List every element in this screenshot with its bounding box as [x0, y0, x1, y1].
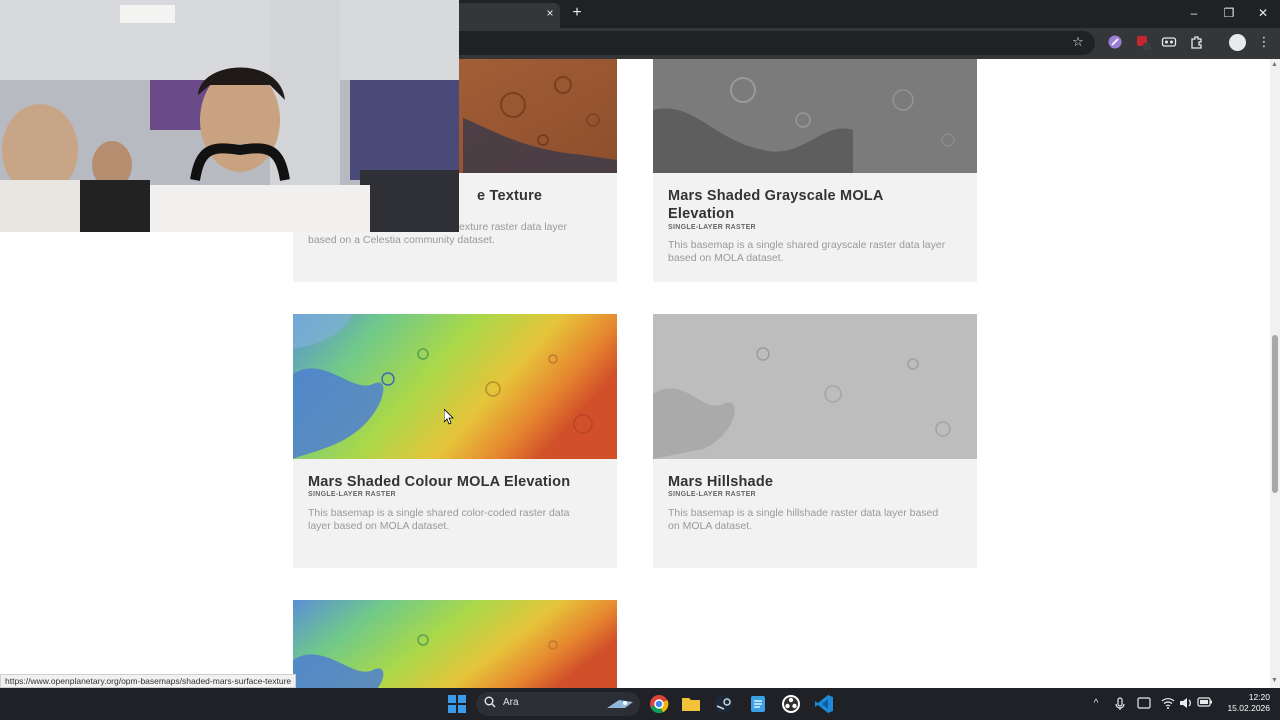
- obs-icon[interactable]: [781, 694, 801, 714]
- tab-close-icon[interactable]: ×: [543, 6, 557, 20]
- profile-avatar[interactable]: [1229, 34, 1246, 51]
- card-type-label: SINGLE-LAYER RASTER: [668, 491, 756, 498]
- card-thumbnail[interactable]: [293, 314, 617, 459]
- file-explorer-icon[interactable]: [681, 694, 701, 714]
- scroll-up-icon[interactable]: ▲: [1271, 61, 1278, 68]
- card-description-line: This basemap is a single shared color-co…: [308, 507, 570, 519]
- webcam-overlay: [0, 0, 459, 232]
- page-scrollbar[interactable]: ▲ ▼: [1270, 59, 1280, 688]
- search-highlight-icon: [605, 694, 635, 714]
- card-title[interactable]: Mars Shaded Colour MOLA Elevation: [308, 473, 570, 491]
- address-bar[interactable]: [440, 31, 1095, 55]
- maximize-button[interactable]: ❐: [1219, 4, 1239, 22]
- status-bar-link: https://www.openplanetary.org/opm-basema…: [0, 674, 297, 688]
- notepad-icon[interactable]: [748, 694, 768, 714]
- reader-icon[interactable]: [1161, 34, 1177, 50]
- card-description-line: exture raster data layer: [459, 221, 567, 233]
- battery-icon[interactable]: [1197, 697, 1212, 711]
- extension-badge-icon[interactable]: [1135, 34, 1151, 50]
- close-window-button[interactable]: ✕: [1253, 4, 1273, 22]
- puzzle-icon[interactable]: [1189, 34, 1205, 50]
- card-thumbnail[interactable]: [653, 314, 977, 459]
- scrollbar-thumb[interactable]: [1272, 335, 1278, 493]
- card-description-line: This basemap is a single hillshade raste…: [668, 507, 939, 519]
- taskbar-clock[interactable]: 12:20 15.02.2026: [1218, 692, 1270, 714]
- star-icon[interactable]: ☆: [1070, 34, 1086, 50]
- volume-icon[interactable]: [1179, 697, 1193, 711]
- card-thumbnail[interactable]: [653, 59, 977, 173]
- vscode-icon[interactable]: [814, 694, 834, 714]
- wifi-icon[interactable]: [1161, 697, 1175, 711]
- card-title[interactable]: Mars Shaded Grayscale MOLA: [668, 187, 884, 205]
- card-type-label: SINGLE-LAYER RASTER: [308, 491, 396, 498]
- card-description-line: layer based on MOLA dataset.: [308, 520, 450, 532]
- clock-date: 15.02.2026: [1227, 703, 1270, 713]
- extension-icon[interactable]: [1107, 34, 1123, 50]
- card-title[interactable]: Mars Hillshade: [668, 473, 773, 491]
- card-thumbnail[interactable]: [293, 600, 617, 688]
- card-title[interactable]: e Texture: [477, 187, 542, 205]
- kebab-menu-icon[interactable]: ⋮: [1256, 34, 1272, 50]
- search-icon: [483, 696, 497, 710]
- minimize-button[interactable]: –: [1184, 4, 1204, 22]
- basemap-card-next[interactable]: [293, 600, 617, 688]
- card-title-line2[interactable]: Elevation: [668, 205, 734, 223]
- clock-time: 12:20: [1248, 692, 1270, 702]
- card-description-line: based on a Celestia community dataset.: [308, 234, 495, 246]
- mouse-cursor-icon: [443, 408, 454, 430]
- basemap-card-grayscale-mola[interactable]: Mars Shaded Grayscale MOLA Elevation SIN…: [653, 59, 977, 282]
- card-type-label: SINGLE-LAYER RASTER: [668, 224, 756, 231]
- microphone-icon[interactable]: [1113, 697, 1127, 711]
- taskbar-search-placeholder: Ara: [503, 697, 519, 708]
- card-description-line: This basemap is a single shared grayscal…: [668, 239, 946, 251]
- chevron-up-icon[interactable]: ^: [1089, 697, 1103, 711]
- card-description-line: based on MOLA dataset.: [668, 252, 784, 264]
- windows-taskbar: [0, 688, 1280, 720]
- steam-icon[interactable]: [714, 694, 734, 714]
- chrome-app-icon[interactable]: [649, 694, 669, 714]
- card-description-line: on MOLA dataset.: [668, 520, 753, 532]
- new-tab-button[interactable]: +: [569, 5, 585, 21]
- scroll-down-icon[interactable]: ▼: [1271, 677, 1278, 684]
- windows-start-icon[interactable]: [447, 694, 467, 714]
- basemap-card-hillshade[interactable]: Mars Hillshade SINGLE-LAYER RASTER This …: [653, 314, 977, 568]
- basemap-card-colour-mola[interactable]: Mars Shaded Colour MOLA Elevation SINGLE…: [293, 314, 617, 568]
- notification-center-icon[interactable]: [1137, 697, 1151, 711]
